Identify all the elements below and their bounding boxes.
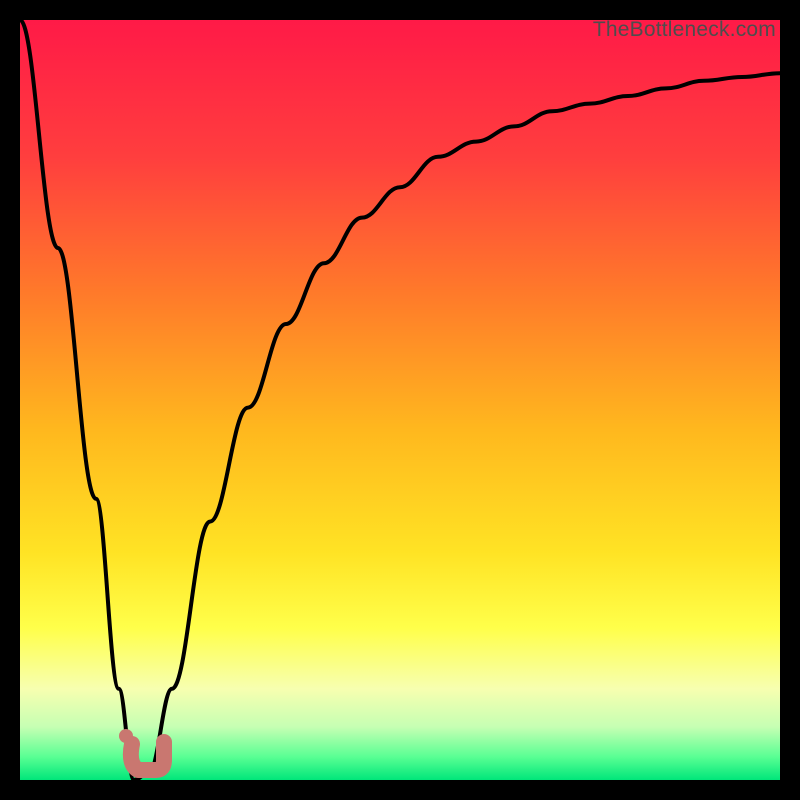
watermark-label: TheBottleneck.com <box>593 18 776 42</box>
chart-frame: TheBottleneck.com <box>20 20 780 780</box>
heat-gradient-bg <box>20 20 780 780</box>
bottleneck-chart <box>20 20 780 780</box>
